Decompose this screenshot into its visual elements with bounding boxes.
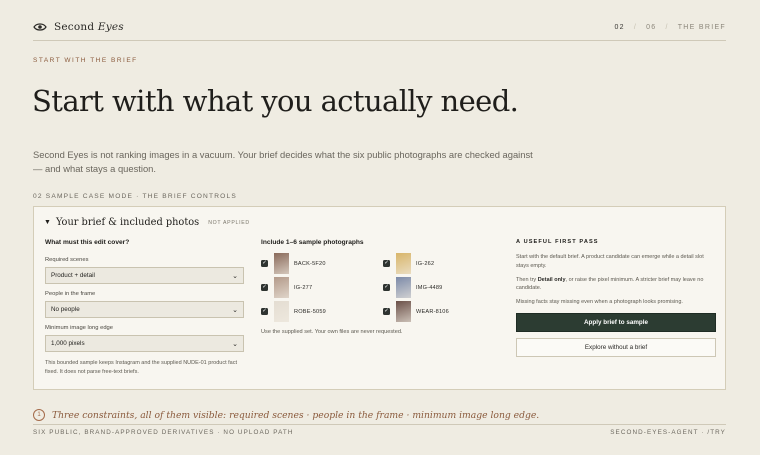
brand-name: Second Eyes bbox=[54, 21, 124, 33]
photo-item[interactable]: ✓ IG-262 bbox=[383, 253, 491, 274]
checkbox[interactable]: ✓ bbox=[383, 260, 390, 267]
section-label: 02 SAMPLE CASE MODE · THE BRIEF CONTROLS bbox=[33, 193, 237, 200]
disclosure-triangle-icon[interactable]: ▼ bbox=[44, 219, 51, 226]
step-current: 02 bbox=[614, 23, 625, 31]
checkbox[interactable]: ✓ bbox=[261, 308, 268, 315]
step-separator: / bbox=[633, 23, 638, 31]
required-scenes-select[interactable]: Product + detail ⌄ bbox=[45, 267, 244, 284]
checkbox[interactable]: ✓ bbox=[383, 308, 390, 315]
people-label: People in the frame bbox=[45, 291, 96, 297]
brief-form: What must this edit cover? Required scen… bbox=[45, 239, 245, 377]
min-long-edge-select[interactable]: 1,000 pixels ⌄ bbox=[45, 335, 244, 352]
form-question: What must this edit cover? bbox=[45, 239, 130, 246]
chevron-down-icon: ⌄ bbox=[232, 306, 238, 314]
photo-thumbnail bbox=[274, 277, 289, 298]
checkbox[interactable]: ✓ bbox=[261, 260, 268, 267]
lede: Second Eyes is not ranking images in a v… bbox=[33, 149, 533, 174]
min-long-edge-value: 1,000 pixels bbox=[51, 340, 85, 347]
photos-footnote: Use the supplied set. Your own files are… bbox=[261, 329, 403, 335]
people-select[interactable]: No people ⌄ bbox=[45, 301, 244, 318]
photo-name: ROBE-5059 bbox=[294, 308, 326, 315]
tip-column: A USEFUL FIRST PASS Start with the defau… bbox=[516, 239, 716, 357]
checkbox[interactable]: ✓ bbox=[383, 284, 390, 291]
required-scenes-label: Required scenes bbox=[45, 257, 89, 263]
brand[interactable]: Second Eyes bbox=[33, 21, 124, 33]
eye-icon bbox=[33, 23, 47, 31]
photo-item[interactable]: ✓ BACK-5F20 bbox=[261, 253, 383, 274]
brief-panel: ▼ Your brief & included photos NOT APPLI… bbox=[33, 206, 726, 390]
photo-name: IG-262 bbox=[416, 260, 435, 267]
step-separator: / bbox=[665, 23, 669, 31]
step-label: THE BRIEF bbox=[677, 23, 726, 31]
photo-name: BACK-5F20 bbox=[294, 260, 326, 267]
footnote-text: Three constraints, all of them visible: … bbox=[52, 409, 540, 421]
required-scenes-value: Product + detail bbox=[51, 272, 95, 279]
explore-without-brief-button[interactable]: Explore without a brief bbox=[516, 337, 716, 357]
photo-thumbnail bbox=[396, 277, 411, 298]
tip-heading: A USEFUL FIRST PASS bbox=[516, 239, 599, 245]
page-title: Start with what you actually need. bbox=[32, 84, 519, 118]
footer-left: SIX PUBLIC, BRAND-APPROVED DERIVATIVES ·… bbox=[33, 429, 294, 436]
chevron-down-icon: ⌄ bbox=[232, 272, 238, 280]
photo-item[interactable]: ✓ IMG-4489 bbox=[383, 277, 491, 298]
status-badge: NOT APPLIED bbox=[208, 219, 250, 226]
people-value: No people bbox=[51, 306, 80, 313]
photo-selector: Include 1–6 sample photographs ✓ BACK-5F… bbox=[261, 239, 491, 335]
tip-paragraph: Missing facts stay missing even when a p… bbox=[516, 299, 683, 306]
photo-thumbnail bbox=[396, 253, 411, 274]
chevron-down-icon: ⌄ bbox=[232, 340, 238, 348]
photos-heading: Include 1–6 sample photographs bbox=[261, 239, 364, 246]
panel-header[interactable]: ▼ Your brief & included photos NOT APPLI… bbox=[44, 217, 250, 228]
divider bbox=[33, 424, 726, 425]
top-bar: Second Eyes 02 / 06 / THE BRIEF bbox=[33, 18, 726, 41]
apply-brief-button[interactable]: Apply brief to sample bbox=[516, 312, 716, 332]
photo-grid: ✓ BACK-5F20 ✓ IG-262 ✓ IG-277 ✓ IMG-4489… bbox=[261, 253, 491, 322]
step-total: 06 bbox=[646, 23, 657, 31]
photo-item[interactable]: ✓ WEAR-8106 bbox=[383, 301, 491, 322]
tip-paragraph: Then try Detail only, or raise the pixel… bbox=[516, 276, 704, 292]
panel-title: Your brief & included photos bbox=[55, 217, 200, 228]
photo-thumbnail bbox=[274, 253, 289, 274]
photo-name: IMG-4489 bbox=[416, 284, 443, 291]
photo-thumbnail bbox=[396, 301, 411, 322]
tip-paragraph: Start with the default brief. A product … bbox=[516, 254, 704, 269]
photo-thumbnail bbox=[274, 301, 289, 322]
form-note: This bounded sample keeps Instagram and … bbox=[45, 360, 237, 375]
footnote-number: 1 bbox=[33, 409, 45, 421]
min-long-edge-label: Minimum image long edge bbox=[45, 325, 113, 331]
checkbox[interactable]: ✓ bbox=[261, 284, 268, 291]
photo-item[interactable]: ✓ ROBE-5059 bbox=[261, 301, 383, 322]
step-indicator: 02 / 06 / THE BRIEF bbox=[614, 24, 726, 31]
footnote: 1 Three constraints, all of them visible… bbox=[33, 409, 539, 421]
photo-name: IG-277 bbox=[294, 284, 313, 291]
eyebrow: START WITH THE BRIEF bbox=[33, 57, 138, 64]
photo-item[interactable]: ✓ IG-277 bbox=[261, 277, 383, 298]
photo-name: WEAR-8106 bbox=[416, 308, 449, 315]
footer-right: SECOND-EYES-AGENT · /TRY bbox=[610, 429, 726, 436]
